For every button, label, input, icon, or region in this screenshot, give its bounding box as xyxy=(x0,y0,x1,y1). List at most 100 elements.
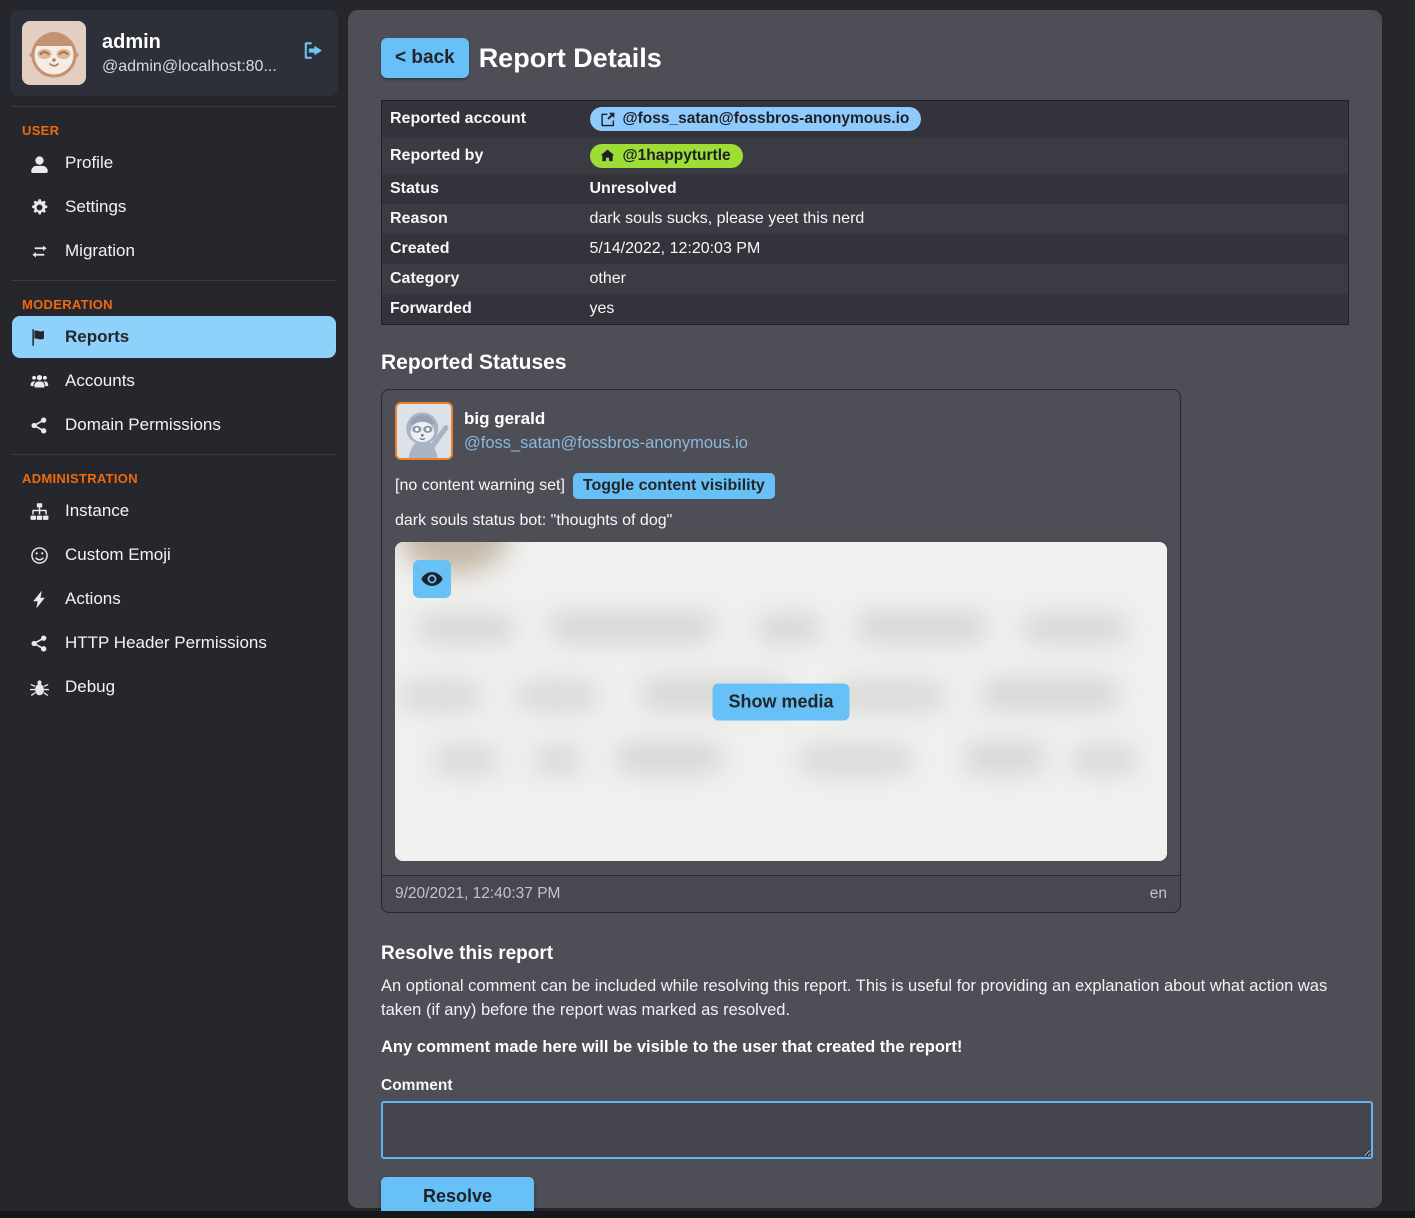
toggle-content-visibility-button[interactable]: Toggle content visibility xyxy=(573,473,775,499)
user-display-name: admin xyxy=(102,31,277,54)
forwarded-value: yes xyxy=(582,294,1349,325)
content-warning-label: [no content warning set] xyxy=(395,477,565,495)
status-display-name: big gerald xyxy=(464,409,748,429)
user-handle: @admin@localhost:80... xyxy=(102,58,277,76)
sidebar-item-reports[interactable]: Reports xyxy=(12,316,336,358)
row-label: Reason xyxy=(382,204,582,234)
sidebar-item-label: Reports xyxy=(65,327,129,347)
page-header: < back Report Details xyxy=(381,38,1349,78)
table-row: Status Unresolved xyxy=(382,174,1349,204)
bolt-icon xyxy=(30,590,49,609)
status-media-attachment: Show media xyxy=(395,542,1167,861)
table-row: Reason dark souls sucks, please yeet thi… xyxy=(382,204,1349,234)
reported-by-handle: @1happyturtle xyxy=(623,147,731,165)
smiley-icon xyxy=(30,546,49,565)
arrows-left-right-icon xyxy=(30,242,49,261)
resolve-heading: Resolve this report xyxy=(381,943,1349,965)
avatar xyxy=(22,21,86,85)
reason-value: dark souls sucks, please yeet this nerd xyxy=(582,204,1349,234)
sitemap-icon xyxy=(30,502,49,521)
bug-icon xyxy=(30,678,49,697)
row-label: Reported account xyxy=(382,101,582,138)
sidebar-item-label: Profile xyxy=(65,153,113,173)
sidebar-item-settings[interactable]: Settings xyxy=(12,186,336,228)
table-row: Created 5/14/2022, 12:20:03 PM xyxy=(382,234,1349,264)
divider xyxy=(12,106,336,107)
row-label: Category xyxy=(382,264,582,294)
page-bottom-strip xyxy=(0,1211,1415,1218)
house-icon xyxy=(600,148,615,163)
external-link-icon xyxy=(600,112,615,127)
sidebar-item-domain-permissions[interactable]: Domain Permissions xyxy=(12,404,336,446)
page-title: Report Details xyxy=(479,43,662,74)
resolve-warning: Any comment made here will be visible to… xyxy=(381,1038,1349,1057)
back-button[interactable]: < back xyxy=(381,38,469,78)
row-label: Forwarded xyxy=(382,294,582,325)
reported-account-pill[interactable]: @foss_satan@fossbros-anonymous.io xyxy=(590,107,922,131)
sidebar-item-migration[interactable]: Migration xyxy=(12,230,336,272)
row-label: Status xyxy=(382,174,582,204)
category-value: other xyxy=(582,264,1349,294)
hide-media-eye-button[interactable] xyxy=(413,560,451,598)
sidebar-item-actions[interactable]: Actions xyxy=(12,578,336,620)
show-media-button[interactable]: Show media xyxy=(712,683,849,720)
logout-icon[interactable] xyxy=(302,40,324,67)
sidebar-item-accounts[interactable]: Accounts xyxy=(12,360,336,402)
divider xyxy=(12,280,336,281)
sidebar-item-http-header-permissions[interactable]: HTTP Header Permissions xyxy=(12,622,336,664)
status-language: en xyxy=(1150,885,1167,903)
comment-label: Comment xyxy=(381,1077,1349,1095)
sidebar-item-label: Actions xyxy=(65,589,121,609)
flag-icon xyxy=(30,328,49,347)
divider xyxy=(12,454,336,455)
table-row: Reported by @1happyturtle xyxy=(382,138,1349,175)
report-details-table: Reported account @foss_satan@fossbros-an… xyxy=(381,100,1349,325)
status-timestamp: 9/20/2021, 12:40:37 PM xyxy=(395,885,560,903)
user-card[interactable]: admin @admin@localhost:80... xyxy=(10,10,338,96)
reported-account-handle: @foss_satan@fossbros-anonymous.io xyxy=(623,110,910,128)
sidebar-item-label: Migration xyxy=(65,241,135,261)
main-panel: < back Report Details Reported account @… xyxy=(348,10,1382,1208)
eye-icon xyxy=(421,568,443,590)
reported-statuses-heading: Reported Statuses xyxy=(381,351,1349,375)
users-icon xyxy=(30,372,49,391)
row-label: Reported by xyxy=(382,138,582,175)
sidebar-item-instance[interactable]: Instance xyxy=(12,490,336,532)
sidebar-item-label: Custom Emoji xyxy=(65,545,171,565)
nav-section-user: USER xyxy=(22,123,326,138)
avatar xyxy=(395,402,453,460)
sidebar-item-label: Domain Permissions xyxy=(65,415,221,435)
comment-textarea[interactable] xyxy=(381,1101,1373,1159)
row-label: Created xyxy=(382,234,582,264)
status-account-handle[interactable]: @foss_satan@fossbros-anonymous.io xyxy=(464,434,748,453)
sloth-avatar-admin xyxy=(22,21,86,85)
status-footer: 9/20/2021, 12:40:37 PM en xyxy=(382,875,1180,912)
created-value: 5/14/2022, 12:20:03 PM xyxy=(582,234,1349,264)
sidebar-item-debug[interactable]: Debug xyxy=(12,666,336,708)
share-nodes-icon xyxy=(30,416,49,435)
table-row: Forwarded yes xyxy=(382,294,1349,325)
sidebar-item-label: HTTP Header Permissions xyxy=(65,633,267,653)
nav-section-administration: ADMINISTRATION xyxy=(22,471,326,486)
status-header: big gerald @foss_satan@fossbros-anonymou… xyxy=(395,402,1167,460)
resolve-button[interactable]: Resolve xyxy=(381,1177,534,1216)
reported-status-card: big gerald @foss_satan@fossbros-anonymou… xyxy=(381,389,1181,913)
table-row: Reported account @foss_satan@fossbros-an… xyxy=(382,101,1349,138)
sidebar: admin @admin@localhost:80... USER Profil… xyxy=(0,0,348,1210)
reported-by-pill[interactable]: @1happyturtle xyxy=(590,144,743,168)
sloth-avatar-status xyxy=(397,404,451,458)
user-icon xyxy=(30,154,49,173)
status-content-text: dark souls status bot: "thoughts of dog" xyxy=(395,512,1167,530)
sidebar-item-label: Settings xyxy=(65,197,126,217)
table-row: Category other xyxy=(382,264,1349,294)
share-nodes-icon xyxy=(30,634,49,653)
sidebar-item-label: Instance xyxy=(65,501,129,521)
sidebar-item-custom-emoji[interactable]: Custom Emoji xyxy=(12,534,336,576)
nav-section-moderation: MODERATION xyxy=(22,297,326,312)
sidebar-item-label: Debug xyxy=(65,677,115,697)
sidebar-item-profile[interactable]: Profile xyxy=(12,142,336,184)
resolve-description: An optional comment can be included whil… xyxy=(381,975,1349,1023)
sidebar-item-label: Accounts xyxy=(65,371,135,391)
gears-icon xyxy=(30,198,49,217)
status-value: Unresolved xyxy=(582,174,1349,204)
